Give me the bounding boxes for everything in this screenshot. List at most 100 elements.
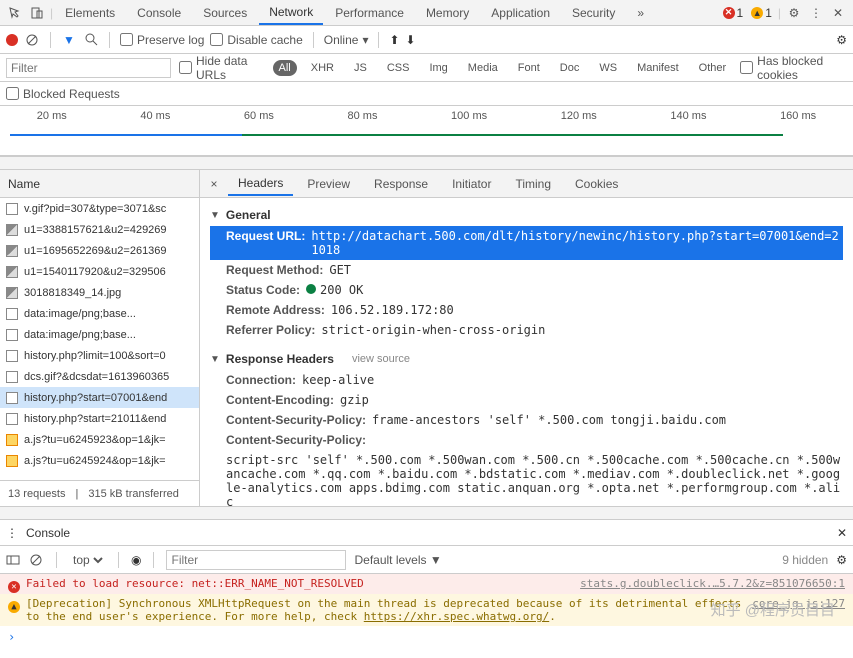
request-row[interactable]: history.php?start=07001&end bbox=[0, 387, 199, 408]
disable-cache-checkbox[interactable]: Disable cache bbox=[210, 33, 302, 47]
device-toggle-icon[interactable] bbox=[26, 2, 48, 24]
timeline-tick: 120 ms bbox=[561, 110, 597, 122]
type-manifest[interactable]: Manifest bbox=[631, 60, 685, 76]
img-file-icon bbox=[6, 224, 18, 236]
has-blocked-cookies-checkbox[interactable]: Has blocked cookies bbox=[740, 54, 847, 82]
request-row[interactable]: dcs.gif?&dcsdat=1613960365 bbox=[0, 366, 199, 387]
tab-sources[interactable]: Sources bbox=[193, 2, 257, 24]
doc-file-icon bbox=[6, 350, 18, 362]
request-row[interactable]: history.php?limit=100&sort=0 bbox=[0, 345, 199, 366]
download-icon[interactable]: ⬇ bbox=[406, 33, 416, 47]
gear-icon[interactable]: ⚙ bbox=[783, 2, 805, 24]
tab-memory[interactable]: Memory bbox=[416, 2, 479, 24]
request-row[interactable]: history.php?start=21011&end bbox=[0, 408, 199, 429]
console-filter-input[interactable] bbox=[166, 550, 346, 570]
resize-divider[interactable] bbox=[0, 156, 853, 170]
filter-row: Hide data URLs All XHR JS CSS Img Media … bbox=[0, 54, 853, 82]
tab-elements[interactable]: Elements bbox=[55, 2, 125, 24]
section-response-headers[interactable]: ▼Response Headersview source bbox=[210, 348, 843, 370]
tab-console[interactable]: Console bbox=[127, 2, 191, 24]
warning-count[interactable]: ▲ 1 bbox=[751, 6, 772, 20]
type-js[interactable]: JS bbox=[348, 60, 373, 76]
request-row[interactable]: a.js?tu=u6245923&op=1&jk= bbox=[0, 429, 199, 450]
request-row[interactable]: u1=1540117920&u2=329506 bbox=[0, 261, 199, 282]
warning-source-link[interactable]: core_jg.js:127 bbox=[752, 597, 845, 610]
tab-application[interactable]: Application bbox=[481, 2, 560, 24]
eye-icon[interactable]: ◉ bbox=[131, 553, 141, 567]
detail-tab-headers[interactable]: Headers bbox=[228, 172, 293, 196]
row-request-url[interactable]: Request URL: http://datachart.500.com/dl… bbox=[210, 226, 843, 260]
type-css[interactable]: CSS bbox=[381, 60, 416, 76]
chevron-down-icon: ▼ bbox=[210, 354, 220, 365]
tab-security[interactable]: Security bbox=[562, 2, 625, 24]
request-row[interactable]: 3018818349_14.jpg bbox=[0, 282, 199, 303]
type-xhr[interactable]: XHR bbox=[305, 60, 340, 76]
console-warning-row[interactable]: ▲ [Deprecation] Synchronous XMLHttpReque… bbox=[0, 594, 853, 626]
upload-icon[interactable]: ⬆ bbox=[389, 33, 399, 47]
detail-tab-cookies[interactable]: Cookies bbox=[565, 173, 628, 195]
type-other[interactable]: Other bbox=[693, 60, 733, 76]
request-row[interactable]: data:image/png;base... bbox=[0, 324, 199, 345]
doc-file-icon bbox=[6, 203, 18, 215]
request-name: a.js?tu=u6245923&op=1&jk= bbox=[24, 434, 166, 446]
blocked-requests-checkbox[interactable]: Blocked Requests bbox=[6, 87, 120, 101]
timeline-overview[interactable]: 20 ms 40 ms 60 ms 80 ms 100 ms 120 ms 14… bbox=[0, 106, 853, 156]
gear-icon[interactable]: ⚙ bbox=[836, 33, 847, 47]
tab-more[interactable]: » bbox=[627, 2, 654, 24]
type-font[interactable]: Font bbox=[512, 60, 546, 76]
clear-console-button[interactable] bbox=[28, 552, 44, 568]
timeline-tick: 140 ms bbox=[670, 110, 706, 122]
console-error-row[interactable]: ✕ Failed to load resource: net::ERR_NAME… bbox=[0, 574, 853, 594]
section-general[interactable]: ▼General bbox=[210, 204, 843, 226]
type-img[interactable]: Img bbox=[423, 60, 453, 76]
close-icon[interactable]: ✕ bbox=[827, 2, 849, 24]
log-levels-dropdown[interactable]: Default levels ▼ bbox=[354, 553, 441, 567]
timeline-tick: 20 ms bbox=[37, 110, 67, 122]
inspect-icon[interactable] bbox=[4, 2, 26, 24]
request-name: data:image/png;base... bbox=[24, 329, 136, 341]
hide-data-urls-checkbox[interactable]: Hide data URLs bbox=[179, 54, 265, 82]
warning-link[interactable]: https://xhr.spec.whatwg.org/ bbox=[364, 610, 549, 623]
error-source-link[interactable]: stats.g.doubleclick.…5.7.2&z=851076650:1 bbox=[580, 577, 845, 590]
row-referrer-policy: Referrer Policy: strict-origin-when-cros… bbox=[210, 320, 843, 340]
close-detail-icon[interactable]: × bbox=[204, 177, 224, 191]
search-icon[interactable] bbox=[83, 32, 99, 48]
filter-input[interactable] bbox=[6, 58, 171, 78]
record-button[interactable] bbox=[6, 34, 18, 46]
detail-tab-preview[interactable]: Preview bbox=[297, 173, 360, 195]
separator bbox=[56, 552, 57, 568]
tab-performance[interactable]: Performance bbox=[325, 2, 414, 24]
request-row[interactable]: u1=3388157621&u2=429269 bbox=[0, 219, 199, 240]
view-source-link[interactable]: view source bbox=[352, 353, 410, 365]
type-media[interactable]: Media bbox=[462, 60, 504, 76]
clear-button[interactable] bbox=[24, 32, 40, 48]
request-list: v.gif?pid=307&type=3071&scu1=3388157621&… bbox=[0, 198, 199, 480]
type-doc[interactable]: Doc bbox=[554, 60, 586, 76]
name-column-header[interactable]: Name bbox=[0, 170, 199, 198]
request-row[interactable]: a.js?tu=u6245924&op=1&jk= bbox=[0, 450, 199, 471]
detail-tab-timing[interactable]: Timing bbox=[505, 173, 561, 195]
resize-divider[interactable] bbox=[0, 506, 853, 520]
console-prompt[interactable]: › bbox=[0, 626, 853, 648]
detail-tab-response[interactable]: Response bbox=[364, 173, 438, 195]
kebab-icon[interactable]: ⋮ bbox=[805, 2, 827, 24]
filter-toggle-icon[interactable]: ▼ bbox=[61, 32, 77, 48]
console-toggle-icon[interactable] bbox=[6, 553, 20, 567]
tab-network[interactable]: Network bbox=[259, 1, 323, 25]
request-row[interactable]: u1=1695652269&u2=261369 bbox=[0, 240, 199, 261]
request-row[interactable]: data:image/png;base... bbox=[0, 303, 199, 324]
request-row[interactable]: v.gif?pid=307&type=3071&sc bbox=[0, 198, 199, 219]
type-all[interactable]: All bbox=[273, 60, 297, 76]
close-icon[interactable]: ✕ bbox=[837, 526, 847, 540]
gear-icon[interactable]: ⚙ bbox=[836, 553, 847, 567]
kebab-icon[interactable]: ⋮ bbox=[6, 526, 18, 540]
hidden-count[interactable]: 9 hidden bbox=[782, 553, 828, 567]
doc-file-icon bbox=[6, 413, 18, 425]
type-ws[interactable]: WS bbox=[593, 60, 623, 76]
context-dropdown[interactable]: top bbox=[69, 552, 106, 568]
detail-tab-initiator[interactable]: Initiator bbox=[442, 173, 501, 195]
separator bbox=[313, 32, 314, 48]
throttling-dropdown[interactable]: Online▾ bbox=[324, 33, 369, 47]
error-count[interactable]: ✕ 1 bbox=[723, 6, 744, 20]
preserve-log-checkbox[interactable]: Preserve log bbox=[120, 33, 204, 47]
